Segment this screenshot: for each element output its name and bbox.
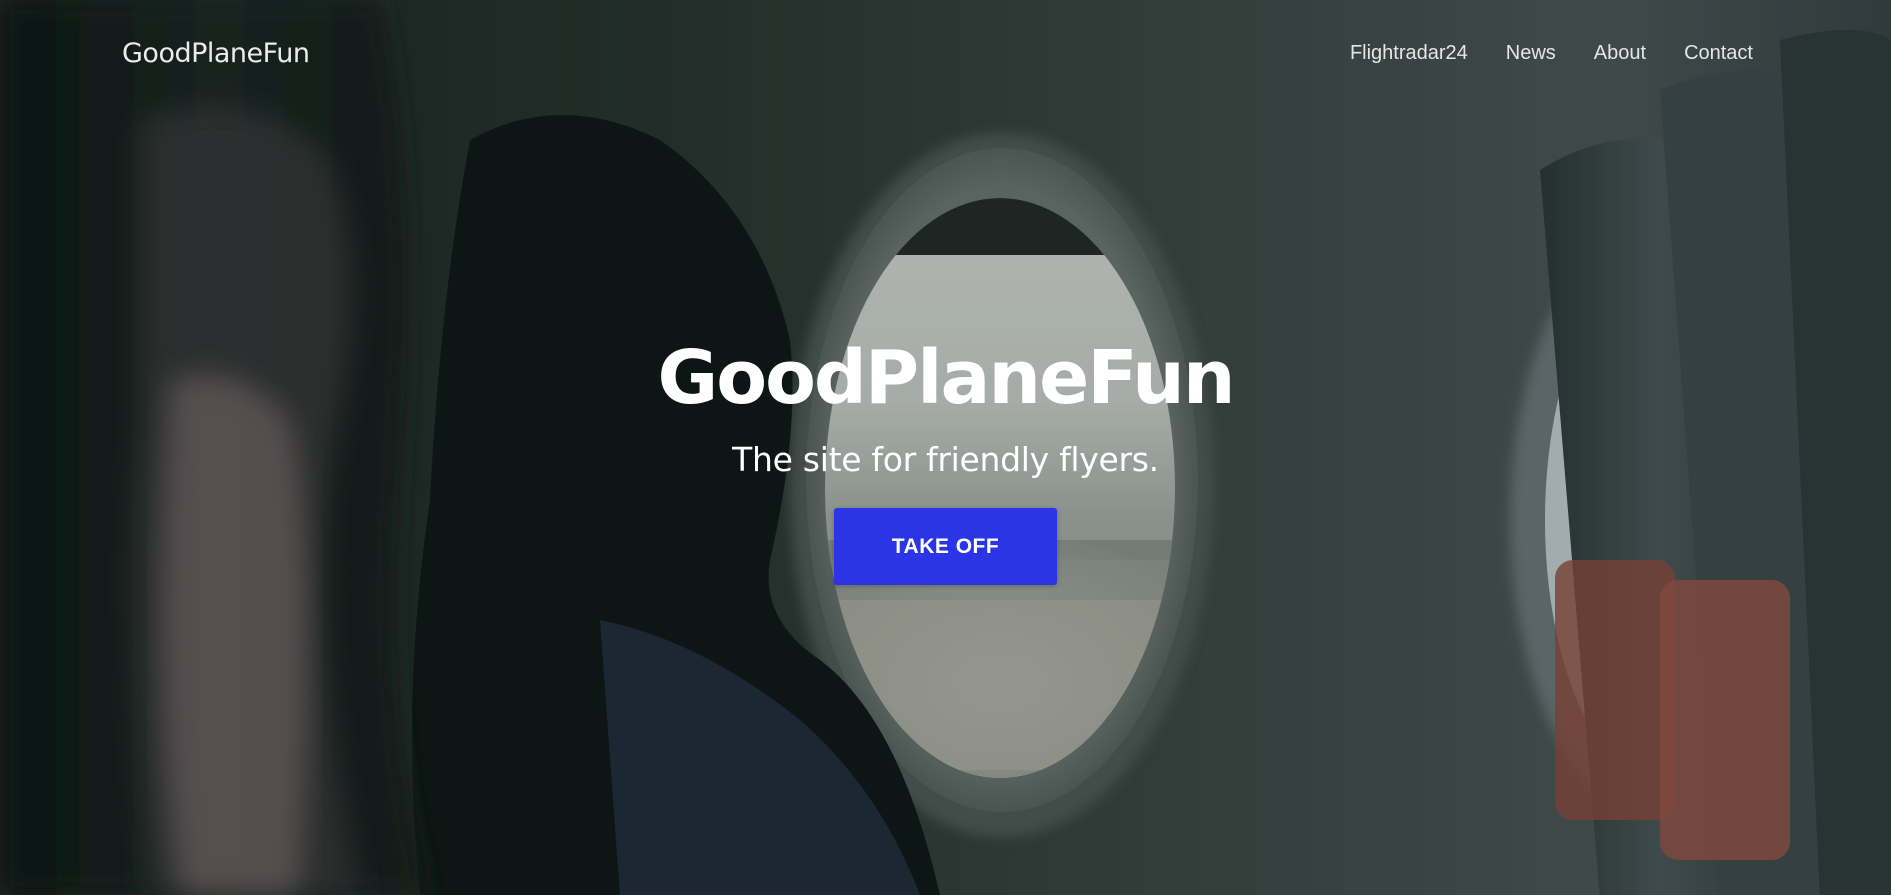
- top-navbar: GoodPlaneFun Flightradar24 News About Co…: [0, 0, 1891, 108]
- nav-links: Flightradar24 News About Contact: [1350, 42, 1753, 65]
- hero-title: GoodPlaneFun: [657, 335, 1235, 421]
- nav-link-news[interactable]: News: [1506, 42, 1556, 65]
- hero-subtitle: The site for friendly flyers.: [732, 440, 1159, 479]
- hero-section: GoodPlaneFun Flightradar24 News About Co…: [0, 0, 1891, 895]
- brand-logo-link[interactable]: GoodPlaneFun: [122, 38, 310, 69]
- take-off-button[interactable]: TAKE OFF: [834, 508, 1057, 585]
- nav-link-contact[interactable]: Contact: [1684, 42, 1753, 65]
- hero-content: GoodPlaneFun The site for friendly flyer…: [0, 330, 1891, 585]
- nav-link-about[interactable]: About: [1594, 42, 1646, 65]
- nav-link-flightradar24[interactable]: Flightradar24: [1350, 42, 1468, 65]
